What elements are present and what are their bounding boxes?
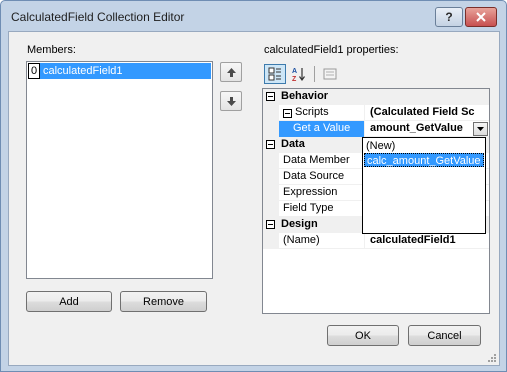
row-gutter [263, 233, 279, 249]
property-name: Scripts [293, 105, 365, 121]
property-pages-icon [323, 68, 337, 80]
property-name: Get a Value [279, 121, 365, 137]
property-name: (Name) [281, 233, 365, 249]
collapse-icon[interactable] [266, 140, 275, 149]
remove-button[interactable]: Remove [120, 291, 207, 312]
help-button[interactable]: ? [435, 7, 463, 27]
property-name: Data Member [281, 153, 365, 169]
row-gutter [263, 105, 279, 121]
categorized-icon [268, 67, 281, 81]
resize-grip-icon[interactable] [486, 352, 496, 362]
property-row-scripts[interactable]: Scripts (Calculated Field Sc [263, 105, 489, 121]
cancel-button[interactable]: Cancel [408, 325, 481, 346]
property-row-get-a-value[interactable]: Get a Value amount_GetValue [263, 121, 489, 137]
move-up-button[interactable] [220, 62, 242, 82]
category-behavior[interactable]: Behavior [263, 89, 489, 105]
property-name: Field Type [281, 201, 365, 217]
value-dropdown-list[interactable]: (New) calc_amount_GetValue [362, 137, 486, 234]
move-down-button[interactable] [220, 91, 242, 111]
dropdown-option[interactable]: (New) [364, 139, 484, 153]
property-row-name[interactable]: (Name) calculatedField1 [263, 233, 489, 249]
list-item[interactable]: 0 calculatedField1 [28, 63, 211, 79]
property-value-combo[interactable]: amount_GetValue [367, 121, 489, 137]
collapse-icon[interactable] [266, 92, 275, 101]
category-label: Behavior [281, 90, 329, 102]
dialog-client-area: Members: 0 calculatedField1 Add Remove c… [8, 31, 500, 366]
window-title: CalculatedField Collection Editor [11, 10, 185, 24]
row-gutter [263, 153, 279, 169]
add-button[interactable]: Add [26, 291, 112, 312]
property-value: (Calculated Field Sc [370, 106, 475, 118]
categorized-button[interactable] [264, 64, 286, 84]
property-name: Expression [281, 185, 365, 201]
property-grid-toolbar: A Z [262, 64, 490, 84]
category-label: Design [281, 218, 318, 230]
property-name: Data Source [281, 169, 365, 185]
chevron-down-icon [477, 127, 484, 131]
svg-text:A: A [292, 68, 297, 75]
property-pages-button[interactable] [319, 64, 341, 84]
properties-label: calculatedField1 properties: [264, 44, 399, 56]
row-gutter [263, 201, 279, 217]
title-bar[interactable]: CalculatedField Collection Editor ? [1, 1, 506, 31]
arrow-down-icon [226, 96, 236, 106]
collapse-icon [283, 109, 292, 118]
members-label: Members: [27, 44, 76, 56]
row-gutter [263, 121, 279, 137]
arrow-up-icon [226, 67, 236, 77]
row-gutter [263, 169, 279, 185]
dialog-window: CalculatedField Collection Editor ? Memb… [0, 0, 507, 372]
row-gutter [263, 185, 279, 201]
toolbar-separator [314, 66, 315, 82]
members-list[interactable]: 0 calculatedField1 [26, 61, 213, 279]
close-icon [476, 12, 486, 22]
dropdown-option-selected[interactable]: calc_amount_GetValue [364, 153, 484, 167]
dropdown-button[interactable] [473, 122, 488, 136]
alphabetical-sort-icon: A Z [292, 68, 305, 82]
close-button[interactable] [465, 7, 497, 27]
alphabetical-button[interactable]: A Z [288, 64, 310, 84]
property-value: calculatedField1 [370, 234, 456, 246]
member-name: calculatedField1 [40, 63, 211, 79]
svg-text:Z: Z [292, 76, 297, 82]
category-label: Data [281, 138, 305, 150]
collapse-icon[interactable] [266, 220, 275, 229]
member-index: 0 [28, 63, 40, 79]
ok-button[interactable]: OK [327, 325, 399, 346]
